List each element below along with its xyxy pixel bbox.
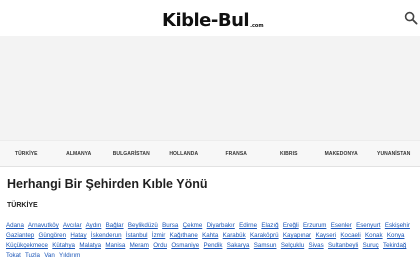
city-link[interactable]: Arnavutköy [28, 222, 59, 229]
nav-item-hollanda[interactable]: HOLLANDA [158, 141, 211, 166]
city-link[interactable]: Suruç [363, 242, 379, 249]
city-link[interactable]: Selçuklu [281, 242, 304, 249]
city-link[interactable]: Gaziantep [6, 232, 34, 239]
section-title: TÜRKİYE [7, 202, 38, 209]
city-link[interactable]: Meram [130, 242, 149, 249]
city-link[interactable]: Sivas [309, 242, 324, 249]
city-link[interactable]: Edirne [239, 222, 257, 229]
city-link[interactable]: Yıldırım [59, 252, 80, 257]
city-link[interactable]: Küçükçekmece [6, 242, 48, 249]
city-link[interactable]: Beylikdüzü [128, 222, 158, 229]
city-link[interactable]: Van [44, 252, 55, 257]
logo-tld: .com [250, 23, 264, 29]
city-link[interactable]: Tokat [6, 252, 21, 257]
nav-item-yunanistan[interactable]: YUNANİSTAN [368, 141, 420, 166]
city-link[interactable]: Çekme [183, 222, 203, 229]
city-link[interactable]: Karabük [223, 232, 246, 239]
city-link[interactable]: Kağıthane [170, 232, 198, 239]
city-link[interactable]: Kütahya [52, 242, 75, 249]
city-link[interactable]: Tuzla [25, 252, 40, 257]
city-link[interactable]: Pendik [204, 242, 223, 249]
city-link[interactable]: İzmir [152, 232, 165, 239]
city-link[interactable]: Erzurum [303, 222, 326, 229]
city-link[interactable]: Konak [365, 232, 383, 239]
city-link[interactable]: Sultanbeyli [328, 242, 358, 249]
city-link[interactable]: İstanbul [126, 232, 148, 239]
city-link[interactable]: Eskişehir [385, 222, 410, 229]
nav-item-turkiye[interactable]: TÜRKİYE [0, 141, 53, 166]
city-link[interactable]: Esenler [331, 222, 352, 229]
city-link[interactable]: Aydın [86, 222, 102, 229]
nav-item-fransa[interactable]: FRANSA [210, 141, 263, 166]
ad-banner-area [0, 36, 420, 140]
site-logo[interactable]: Kible-Bul .com [162, 9, 264, 31]
city-link[interactable]: Samsun [254, 242, 277, 249]
city-link[interactable]: Adana [6, 222, 24, 229]
city-link[interactable]: Osmaniye [171, 242, 199, 249]
city-link[interactable]: Hatay [70, 232, 86, 239]
city-link[interactable]: Malatya [79, 242, 101, 249]
city-link[interactable]: Kocaeli [340, 232, 360, 239]
city-link[interactable]: Ereğli [283, 222, 299, 229]
city-link[interactable]: Elazığ [261, 222, 278, 229]
nav-item-kibris[interactable]: KIBRIS [263, 141, 316, 166]
country-nav: TÜRKİYE ALMANYA BULGARİSTAN HOLLANDA FRA… [0, 140, 420, 167]
city-link[interactable]: Kayapınar [283, 232, 311, 239]
page-title: Herhangi Bir Şehirden Kıble Yönü [7, 177, 208, 191]
city-link[interactable]: Bağlar [106, 222, 124, 229]
nav-item-bulgaristan[interactable]: BULGARİSTAN [105, 141, 158, 166]
city-link[interactable]: Kahta [202, 232, 218, 239]
city-link[interactable]: Ordu [153, 242, 167, 249]
nav-item-almanya[interactable]: ALMANYA [53, 141, 106, 166]
city-link[interactable]: Diyarbakır [207, 222, 235, 229]
city-link[interactable]: Bursa [162, 222, 178, 229]
city-link[interactable]: Kayseri [315, 232, 336, 239]
city-link[interactable]: Güngören [39, 232, 67, 239]
city-link-list: Adana Arnavutköy Avcılar Aydın Bağlar Be… [6, 221, 418, 257]
city-link[interactable]: Konya [387, 232, 405, 239]
city-link[interactable]: Avcılar [63, 222, 82, 229]
city-link[interactable]: Tekirdağ [383, 242, 406, 249]
city-link[interactable]: Manisa [105, 242, 125, 249]
search-icon[interactable] [404, 11, 418, 25]
nav-item-makedonya[interactable]: MAKEDONYA [315, 141, 368, 166]
city-link[interactable]: Karaköprü [250, 232, 279, 239]
city-link[interactable]: Esenyurt [356, 222, 380, 229]
city-link[interactable]: İskenderun [91, 232, 122, 239]
logo-text: Kible-Bul [162, 10, 250, 31]
city-link[interactable]: Sakarya [227, 242, 250, 249]
site-header: Kible-Bul .com [0, 0, 420, 36]
